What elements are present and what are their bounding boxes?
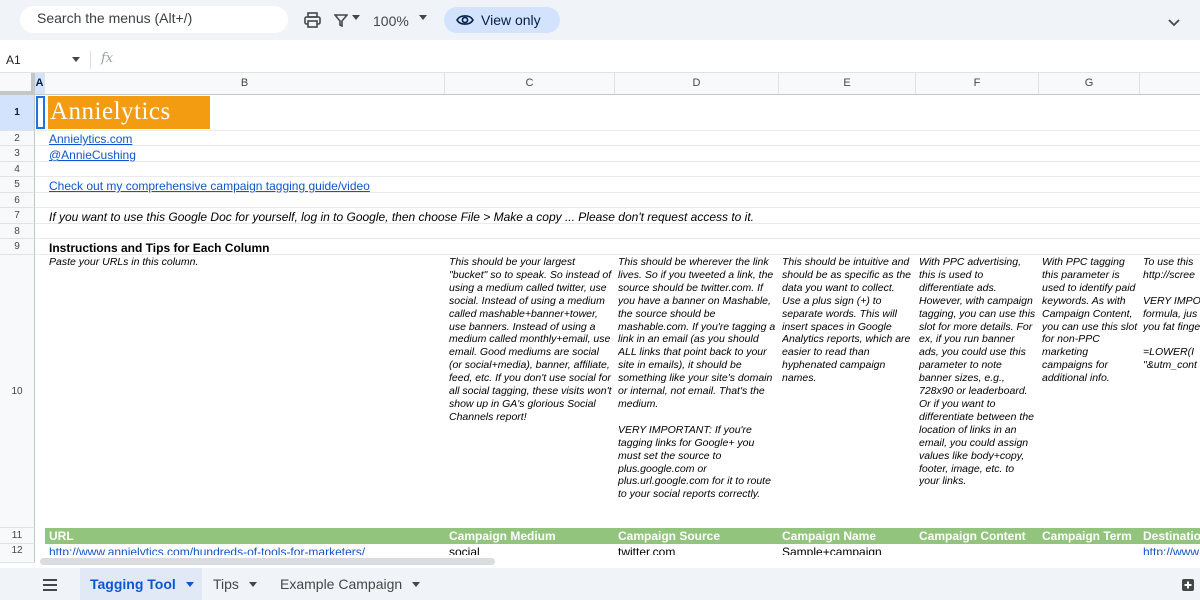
select-all-corner[interactable] [0,73,35,95]
row-header-1[interactable]: 1 [0,95,35,131]
row-header-9[interactable]: 9 [0,239,35,255]
tip-campaign-name: This should be intuitive and should be a… [782,256,911,385]
chevron-down-icon[interactable] [1168,14,1180,32]
row-header-2[interactable]: 2 [0,131,35,146]
column-header-f[interactable]: F [916,73,1039,95]
sheet-tab-label: Tips [213,576,239,592]
tip-destination: To use this http://scree VERY IMPO formu… [1143,256,1200,372]
gridline [35,176,1200,177]
row-header-4[interactable]: 4 [0,162,35,177]
twitter-handle-link[interactable]: @AnnieCushing [49,148,136,162]
sheet-tab-label: Example Campaign [280,576,403,592]
tab-caret-icon[interactable] [185,581,194,587]
row-header-7[interactable]: 7 [0,208,35,224]
row-header-3[interactable]: 3 [0,146,35,162]
fx-icon: fx [101,51,114,66]
filter-icon[interactable] [334,11,348,29]
gridline [35,207,1200,208]
gridline [35,145,1200,146]
annielytics-link[interactable]: Annielytics.com [49,132,132,146]
print-icon[interactable] [304,11,321,29]
gridline [35,130,1200,131]
header-url: URL [49,529,74,543]
header-destination: Destinatio [1143,529,1200,543]
column-header-d[interactable]: D [615,73,779,95]
column-header-c[interactable]: C [445,73,615,95]
campaign-guide-link[interactable]: Check out my comprehensive campaign tagg… [49,179,370,193]
header-campaign-source: Campaign Source [618,529,721,543]
gridline [35,161,1200,162]
header-campaign-name: Campaign Name [782,529,877,543]
view-only-label: View only [481,12,541,28]
zoom-level[interactable]: 100% [373,13,409,29]
formula-bar: A1 fx [0,47,1200,73]
tip-campaign-medium: This should be your largest "bucket" so … [449,256,612,423]
gridline [35,238,1200,239]
annielytics-logo: Annielytics [48,96,210,129]
copy-note: If you want to use this Google Doc for y… [49,210,755,224]
tip-campaign-content: With PPC advertising, this is used to di… [919,256,1036,488]
tab-caret-icon[interactable] [248,581,257,587]
header-campaign-content: Campaign Content [919,529,1026,543]
header-campaign-medium: Campaign Medium [449,529,556,543]
eye-icon [456,12,474,31]
instructions-heading: Instructions and Tips for Each Column [49,241,270,255]
tip-campaign-term: With PPC tagging this parameter is used … [1042,256,1138,385]
row-header-5[interactable]: 5 [0,177,35,193]
column-header-h[interactable] [1140,73,1200,95]
horizontal-scrollbar[interactable] [40,558,495,565]
column-header-a[interactable]: A [35,73,45,95]
sheet-tab-example-campaign[interactable]: Example Campaign [280,568,430,600]
row-header-11[interactable]: 11 [0,528,35,544]
header-campaign-term: Campaign Term [1042,529,1132,543]
row-header-6[interactable]: 6 [0,193,35,208]
row-header-12[interactable]: 12 [0,544,35,563]
column-header-e[interactable]: E [779,73,916,95]
menu-search-input[interactable]: Search the menus (Alt+/) [20,6,288,33]
view-only-button[interactable]: View only [444,7,560,33]
row-header-8[interactable]: 8 [0,224,35,239]
tip-url: Paste your URLs in this column. [49,256,199,268]
formula-divider [90,51,91,69]
filter-dropdown-caret[interactable] [352,15,360,20]
sheet-tabs-bar: Tagging Tool Tips Example Campaign [0,568,1200,600]
zoom-dropdown-caret[interactable] [419,15,427,20]
tip-campaign-source: This should be wherever the link lives. … [618,256,776,501]
top-toolbar: Search the menus (Alt+/) 100% View only [0,0,1200,40]
name-box-caret[interactable] [72,57,80,62]
explore-plus-icon[interactable] [1182,578,1194,596]
column-header-g[interactable]: G [1039,73,1140,95]
name-box[interactable]: A1 [6,53,21,67]
active-cell-selection [36,96,45,129]
sheet-tab-tagging-tool[interactable]: Tagging Tool [80,568,202,600]
column-header-b[interactable]: B [45,73,445,95]
sheet-tab-label: Tagging Tool [90,576,176,592]
sheet-tab-tips[interactable]: Tips [213,568,273,600]
row-header-10[interactable]: 10 [0,255,35,528]
tab-caret-icon[interactable] [412,581,421,587]
all-sheets-menu-icon[interactable] [43,578,57,596]
